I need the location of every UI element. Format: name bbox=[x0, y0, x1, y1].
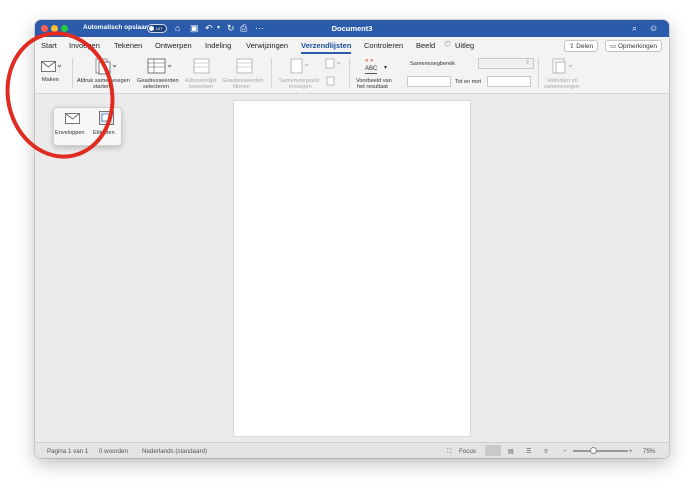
comments-label: Opmerkingen bbox=[617, 43, 657, 50]
outline-view-icon[interactable]: ☰ bbox=[526, 448, 532, 455]
focus-button[interactable]: Focus bbox=[459, 448, 476, 455]
account-icon[interactable]: ☺ bbox=[649, 23, 658, 33]
zoom-in-button[interactable]: + bbox=[629, 448, 633, 455]
language-indicator[interactable]: Nederlands (standaard) bbox=[142, 448, 207, 455]
select-recipients-icon[interactable] bbox=[147, 58, 173, 75]
tab-uitleg[interactable]: Uitleg bbox=[455, 41, 474, 50]
search-icon[interactable]: ⌕ bbox=[632, 23, 637, 33]
adreslijst-label-2: bewerken bbox=[189, 84, 214, 90]
zoom-slider-knob[interactable] bbox=[590, 447, 597, 454]
merge-from-field[interactable] bbox=[407, 76, 451, 87]
web-layout-view-icon[interactable]: ▤ bbox=[508, 448, 514, 455]
word-count[interactable]: 0 woorden bbox=[99, 448, 128, 455]
voltooien-label-2: samenvoegen bbox=[544, 84, 580, 90]
draft-view-icon[interactable]: ≡ bbox=[544, 448, 548, 455]
comment-icon: ▭ bbox=[610, 43, 618, 50]
merge-range-label: Samenvoegbereik bbox=[410, 61, 456, 67]
geadres-label-2[interactable]: selecteren bbox=[143, 84, 169, 91]
zoom-level[interactable]: 75% bbox=[643, 448, 655, 455]
preview-dropdown-icon[interactable]: ▾ bbox=[384, 65, 387, 72]
share-button[interactable]: ⇪ Delen bbox=[564, 40, 599, 52]
page-count[interactable]: Pagina 1 van 1 bbox=[47, 448, 88, 455]
share-label: Delen bbox=[576, 43, 594, 50]
tab-verwijzingen[interactable]: Verwijzingen bbox=[246, 41, 288, 50]
finish-merge-icon bbox=[552, 58, 573, 74]
geadresfilter-label-2: filteren bbox=[233, 84, 250, 90]
merge-to-field[interactable] bbox=[487, 76, 531, 87]
document-title: Document3 bbox=[331, 24, 373, 33]
tab-controleren[interactable]: Controleren bbox=[364, 41, 403, 50]
document-page[interactable] bbox=[233, 100, 471, 437]
ribbon-tabs: Start Invoegen Tekenen Ontwerpen Indelin… bbox=[35, 37, 669, 55]
preview-arrows-icon[interactable]: « » bbox=[365, 58, 373, 65]
voorbeeld-label-2[interactable]: het resultaat bbox=[357, 84, 388, 91]
tab-ontwerpen[interactable]: Ontwerpen bbox=[155, 41, 192, 50]
tab-verzendlijsten[interactable]: Verzendlijsten bbox=[301, 41, 352, 54]
preview-results-icon[interactable]: ABC bbox=[365, 66, 378, 74]
tab-indeling[interactable]: Indeling bbox=[205, 41, 231, 50]
zoom-out-button[interactable]: − bbox=[563, 448, 567, 455]
rules-icon bbox=[326, 76, 335, 86]
word-window: Automatisch opslaan UIT ⌂ ▣ ↶ ▾ ↻ ⎙ ⋯ Do… bbox=[35, 20, 669, 458]
title-bar: Automatisch opslaan UIT ⌂ ▣ ↶ ▾ ↻ ⎙ ⋯ Do… bbox=[35, 20, 669, 37]
print-layout-view-button[interactable] bbox=[485, 445, 501, 456]
edit-recipient-list-icon bbox=[193, 58, 210, 74]
focus-icon[interactable]: ⛶ bbox=[447, 448, 451, 456]
lightbulb-icon: ♡ bbox=[444, 40, 452, 49]
insert-merge-field-icon bbox=[290, 58, 341, 74]
zoom-slider[interactable] bbox=[573, 450, 628, 452]
status-bar: Pagina 1 van 1 0 woorden Nederlands (sta… bbox=[35, 442, 669, 458]
tab-beeld[interactable]: Beeld bbox=[416, 41, 435, 50]
merge-range-select: ⇕ bbox=[478, 58, 534, 69]
samenveld-label-2: invoegen bbox=[289, 84, 312, 90]
comments-button[interactable]: ▭ Opmerkingen bbox=[605, 40, 662, 52]
filter-recipients-icon bbox=[236, 58, 253, 74]
tot-en-met-label: Tot en met bbox=[455, 79, 482, 85]
tab-tekenen[interactable]: Tekenen bbox=[114, 41, 142, 50]
